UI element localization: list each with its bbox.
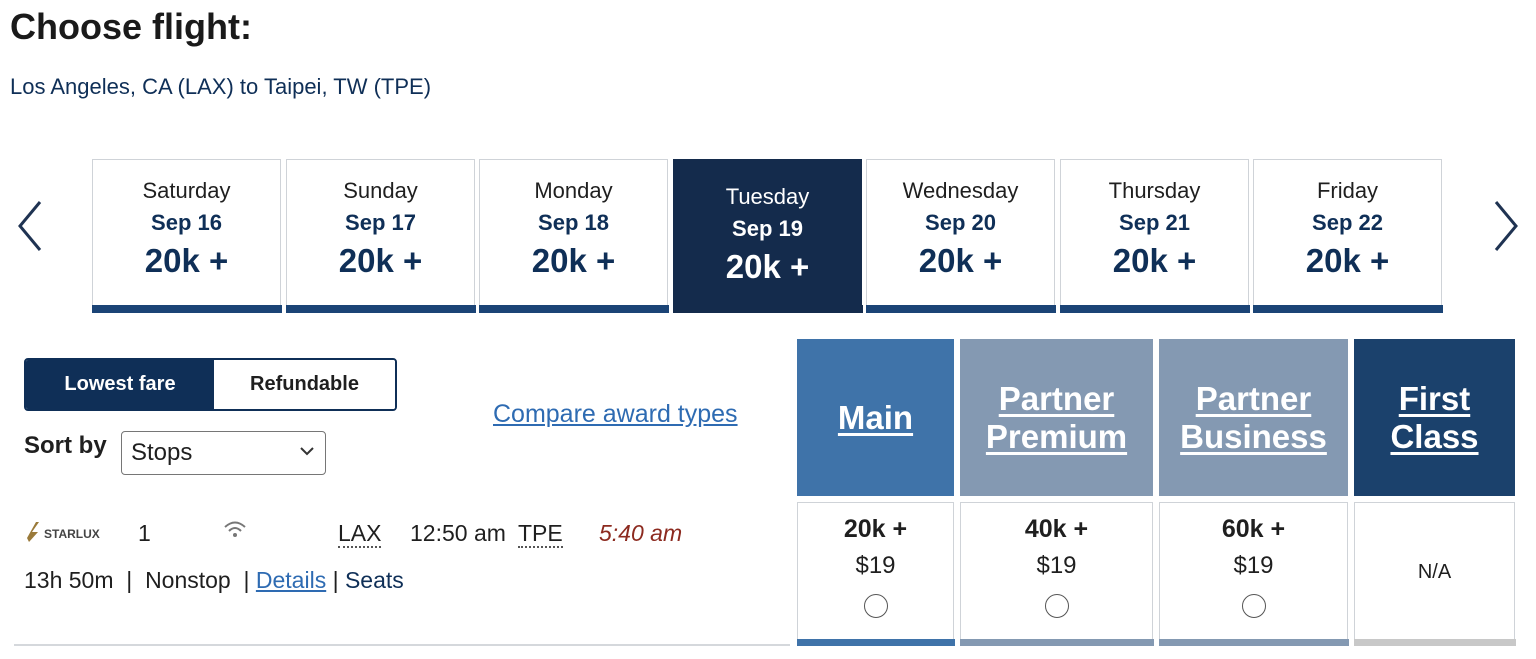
page-title: Choose flight: <box>10 6 252 47</box>
seats-link[interactable]: Seats <box>345 567 404 593</box>
date-card-sep-18[interactable]: Monday Sep 18 20k + <box>478 159 669 313</box>
fare-cash: $19 <box>1036 552 1077 579</box>
next-dates-button[interactable] <box>1486 196 1526 256</box>
date-card-bar <box>1059 305 1250 313</box>
route-subtitle: Los Angeles, CA (LAX) to Taipei, TW (TPE… <box>10 74 432 99</box>
date-day-of-week: Saturday <box>142 178 231 203</box>
fare-not-available: N/A <box>1417 561 1452 583</box>
date-month-day: Sep 17 <box>345 210 416 235</box>
fare-cell-partner-business[interactable]: 60k + $19 <box>1158 502 1349 646</box>
date-card-sep-20[interactable]: Wednesday Sep 20 20k + <box>865 159 1056 313</box>
fare-type-toggle: Lowest fare Refundable <box>24 358 397 411</box>
fare-points: 20k + <box>843 515 908 543</box>
flight-duration: 13h 50m <box>24 567 114 593</box>
date-card-bar <box>865 305 1056 313</box>
fare-cell-main[interactable]: 20k + $19 <box>796 502 955 646</box>
flight-summary-line: 13h 50m | Nonstop | Details | Seats <box>24 567 404 594</box>
date-card-bar <box>1252 305 1443 313</box>
chevron-left-icon <box>18 201 42 251</box>
cabin-first-class-header[interactable]: First Class <box>1354 339 1515 496</box>
compare-award-types-link[interactable]: Compare award types <box>493 400 738 429</box>
date-points: 20k + <box>338 242 423 279</box>
date-month-day: Sep 20 <box>925 210 996 235</box>
date-day-of-week: Wednesday <box>902 178 1019 203</box>
date-month-day: Sep 18 <box>538 210 609 235</box>
fare-points: 40k + <box>1024 515 1089 543</box>
date-card-bar <box>672 305 863 313</box>
fare-radio-main[interactable] <box>863 594 888 618</box>
arrival-time: 5:40 am <box>599 520 683 546</box>
lowest-fare-tab[interactable]: Lowest fare <box>26 360 214 409</box>
date-points: 20k + <box>531 242 616 279</box>
date-points: 20k + <box>725 248 810 285</box>
date-card-bar <box>478 305 669 313</box>
sort-label: Sort by <box>24 432 107 459</box>
fare-radio-partner-premium[interactable] <box>1044 594 1069 618</box>
date-card-sep-19[interactable]: Tuesday Sep 19 20k + <box>672 159 863 313</box>
stops-count: 1 <box>138 520 151 546</box>
date-day-of-week: Sunday <box>343 178 418 203</box>
prev-dates-button[interactable] <box>10 196 50 256</box>
separator: | <box>237 567 256 593</box>
fare-cell-bar <box>1158 639 1349 646</box>
fare-cell-bar <box>959 639 1154 646</box>
sort-select-value: Stops <box>131 439 193 466</box>
date-points: 20k + <box>1112 242 1197 279</box>
fare-cell-partner-premium[interactable]: 40k + $19 <box>959 502 1154 646</box>
starlux-logo: STARLUX <box>27 522 100 542</box>
separator: | <box>119 567 139 593</box>
chevron-right-icon <box>1494 201 1518 251</box>
cabin-first-class-label-2: Class <box>1390 417 1479 455</box>
date-month-day: Sep 16 <box>151 210 222 235</box>
departure-time: 12:50 am <box>410 520 506 546</box>
row-divider <box>14 644 790 646</box>
date-month-day: Sep 19 <box>732 216 803 241</box>
date-card-sep-22[interactable]: Friday Sep 22 20k + <box>1252 159 1443 313</box>
cabin-partner-premium-label-2: Premium <box>985 417 1128 455</box>
date-card-bar <box>91 305 282 313</box>
date-points: 20k + <box>1305 242 1390 279</box>
cabin-partner-premium-label-1: Partner <box>998 379 1115 417</box>
fare-points: 60k + <box>1221 515 1286 543</box>
cabin-partner-premium-header[interactable]: Partner Premium <box>960 339 1153 496</box>
date-month-day: Sep 21 <box>1119 210 1190 235</box>
cabin-partner-business-label-2: Business <box>1180 417 1327 455</box>
departure-airport-code[interactable]: LAX <box>338 520 382 548</box>
separator: | <box>326 567 345 593</box>
fare-cell-bar <box>1353 639 1516 646</box>
refundable-tab[interactable]: Refundable <box>214 360 395 409</box>
date-card-sep-17[interactable]: Sunday Sep 17 20k + <box>285 159 476 313</box>
date-card-bar <box>285 305 476 313</box>
cabin-partner-business-header[interactable]: Partner Business <box>1159 339 1348 496</box>
date-day-of-week: Friday <box>1316 178 1379 203</box>
date-points: 20k + <box>144 242 229 279</box>
wifi-icon <box>224 521 246 537</box>
sort-select[interactable]: Stops <box>121 431 326 475</box>
date-day-of-week: Monday <box>534 178 613 203</box>
date-day-of-week: Thursday <box>1108 178 1201 203</box>
cabin-first-class-label-1: First <box>1398 379 1471 417</box>
date-day-of-week: Tuesday <box>725 184 810 209</box>
chevron-down-icon <box>300 447 314 456</box>
fare-cash: $19 <box>1233 552 1274 579</box>
svg-text:STARLUX: STARLUX <box>44 527 100 541</box>
fare-radio-partner-business[interactable] <box>1241 594 1266 618</box>
flight-nonstop: Nonstop <box>145 567 231 593</box>
arrival-airport-code[interactable]: TPE <box>518 520 563 548</box>
fare-cell-bar <box>796 639 955 646</box>
date-card-sep-16[interactable]: Saturday Sep 16 20k + <box>91 159 282 313</box>
date-card-sep-21[interactable]: Thursday Sep 21 20k + <box>1059 159 1250 313</box>
details-link[interactable]: Details <box>256 567 326 593</box>
fare-cell-first-class: N/A <box>1353 502 1516 646</box>
fare-cash: $19 <box>855 552 896 579</box>
cabin-partner-business-label-1: Partner <box>1195 379 1312 417</box>
cabin-main-label: Main <box>837 398 914 436</box>
cabin-main-header[interactable]: Main <box>797 339 954 496</box>
date-month-day: Sep 22 <box>1312 210 1383 235</box>
date-points: 20k + <box>918 242 1003 279</box>
